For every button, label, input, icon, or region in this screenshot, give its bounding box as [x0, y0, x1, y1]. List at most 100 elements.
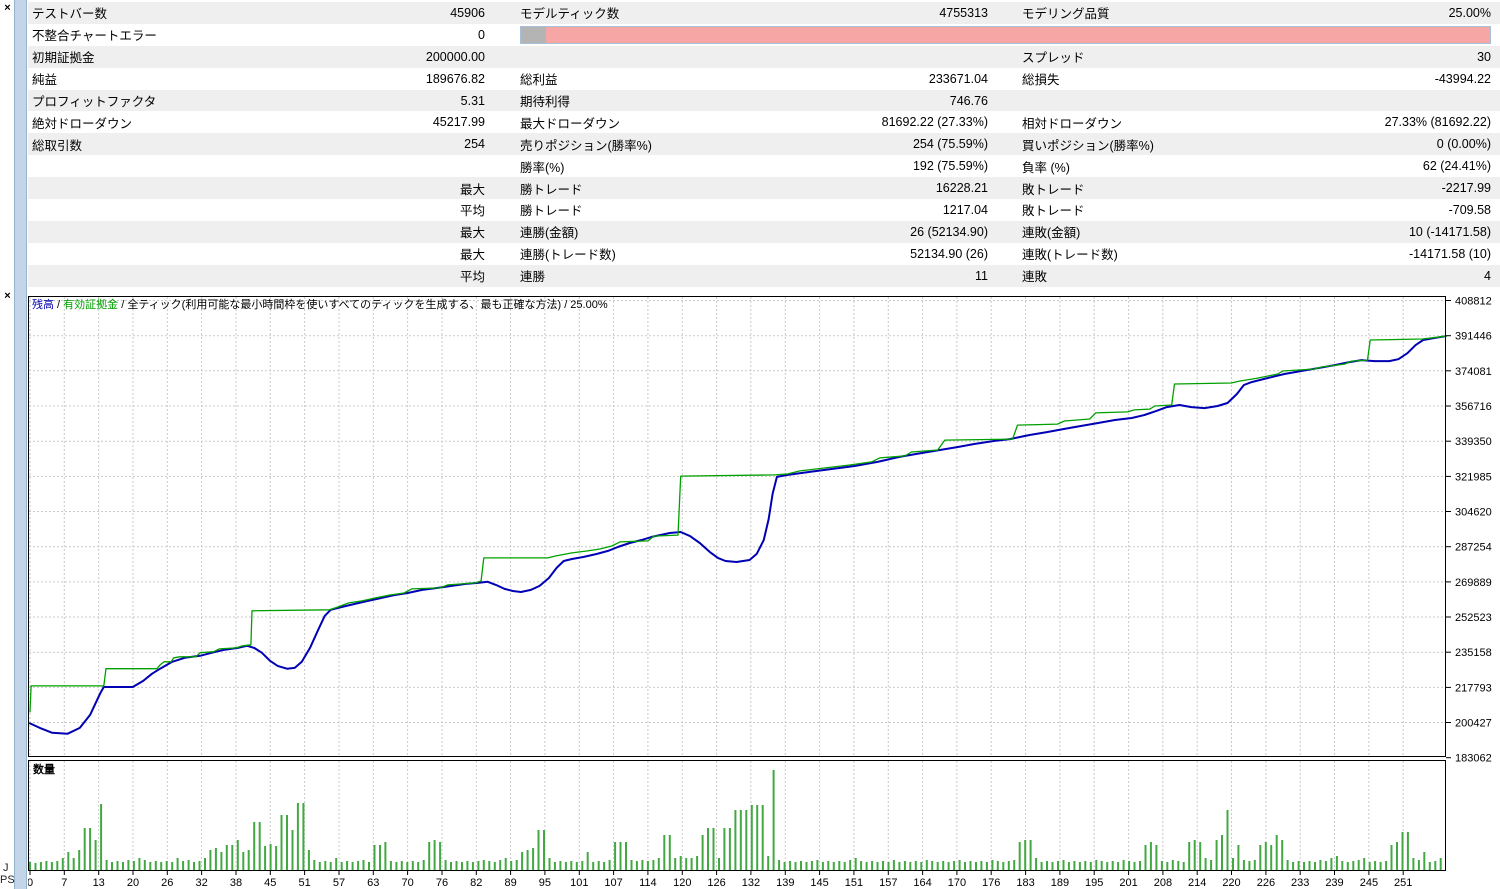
volume-bar [947, 862, 950, 870]
volume-bar [586, 852, 589, 870]
stat-cell: 勝トレード 1217.04 [520, 199, 988, 221]
stat-cell: 初期証拠金 200000.00 [32, 46, 485, 68]
volume-bar [685, 858, 688, 870]
volume-bar [373, 845, 376, 870]
stat-label: 期待利得 [520, 95, 571, 109]
volume-bar [1215, 840, 1218, 870]
volume-bar [72, 858, 75, 870]
stat-value: 45906 [450, 5, 485, 20]
stat-cell: 総利益 233671.04 [520, 68, 988, 90]
volume-bar [1117, 862, 1120, 870]
stat-cell [1022, 90, 1491, 112]
volume-bar [925, 860, 928, 870]
volume-bar [1002, 862, 1005, 870]
y-tick-label: 339350 [1455, 436, 1492, 448]
stat-cell: 勝トレード 16228.21 [520, 177, 988, 199]
volume-bar [761, 805, 764, 870]
volume-bar [291, 830, 294, 870]
x-tick-label: 95 [539, 877, 551, 889]
volume-bar [351, 862, 354, 870]
y-tick-label: 356716 [1455, 401, 1492, 413]
x-tick-label: 170 [948, 877, 966, 889]
volume-bar [1199, 842, 1202, 870]
stat-value: 最大 [459, 182, 485, 197]
volume-bar [860, 861, 863, 870]
volume-bar [696, 856, 699, 870]
x-tick-label: 132 [742, 877, 760, 889]
y-tick-label: 391446 [1455, 331, 1492, 343]
x-tick-label: 220 [1222, 877, 1240, 889]
volume-bar [553, 862, 556, 870]
volume-bar [1308, 861, 1311, 870]
volume-bar [827, 861, 830, 870]
stat-label: 連敗(トレード数) [1022, 248, 1118, 263]
volume-bar [810, 861, 813, 870]
x-tick-label: 189 [1051, 877, 1069, 889]
volume-bar [340, 862, 343, 870]
stat-cell: モデリング品質 25.00% [1022, 2, 1491, 24]
volume-bar [450, 862, 452, 870]
volume-bar [718, 858, 720, 870]
stat-value: 5.31 [460, 93, 485, 108]
stat-value: 26 (52134.90) [910, 224, 988, 239]
stat-value: 200000.00 [425, 49, 485, 64]
volume-bar [1078, 862, 1081, 870]
stat-cell: 純益 189676.82 [32, 68, 485, 90]
volume-bar [160, 862, 163, 870]
volume-bar [1385, 861, 1388, 870]
x-tick-label: 214 [1188, 877, 1206, 889]
stat-cell: 勝率(%) 192 (75.59%) [520, 155, 988, 177]
volume-bar [712, 828, 715, 870]
volume-bar [1319, 860, 1322, 870]
volume-bar [94, 840, 97, 870]
table-row: テストバー数 45906 モデルティック数 4755313 モデリング品質 25.00% [28, 2, 1500, 24]
volume-bar [657, 858, 660, 870]
x-tick-label: 51 [298, 877, 310, 889]
x-tick-label: 89 [504, 877, 516, 889]
volume-bar [171, 862, 174, 870]
y-tick-label: 269889 [1455, 577, 1492, 589]
volume-bar [461, 862, 463, 870]
volume-bar [231, 845, 234, 870]
stat-value: 4755313 [939, 5, 988, 20]
volume-bar [39, 862, 42, 870]
volume-bar [187, 860, 190, 870]
volume-bar [575, 862, 578, 870]
quality-bar-pink-segment [546, 26, 1490, 43]
volume-bar [635, 861, 638, 870]
stat-value: -14171.58 (10) [1408, 246, 1491, 261]
panel-splitter-strip[interactable] [14, 0, 27, 889]
table-row: 純益 189676.82 総利益 233671.04 総損失 -43994.22 [28, 68, 1500, 90]
stat-label: 総利益 [520, 73, 558, 88]
x-tick-label: 245 [1360, 877, 1378, 889]
table-row: 最大 勝トレード 16228.21 敗トレード -2217.99 [28, 177, 1500, 200]
volume-bar [985, 862, 988, 870]
volume-bar [882, 861, 884, 870]
x-tick-label: 20 [127, 877, 139, 889]
close-report-panel-button[interactable]: × [1, 2, 14, 16]
volume-bar [138, 858, 141, 870]
stat-cell: 最大 [32, 243, 485, 265]
table-row: 平均 連勝 11 連敗 4 [28, 264, 1500, 287]
y-tick-label: 217793 [1455, 682, 1492, 694]
stat-value: 最大 [459, 226, 485, 241]
volume-bar [663, 835, 666, 870]
stat-label: 最大ドローダウン [520, 116, 621, 131]
volume-bar [991, 860, 994, 870]
volume-bar [532, 848, 535, 870]
close-graph-panel-button[interactable]: × [1, 290, 14, 304]
volume-bar [455, 861, 458, 870]
volume-bar [1368, 862, 1371, 870]
stat-cell: 連敗(トレード数) -14171.58 (10) [1022, 243, 1491, 265]
volume-bar [1346, 862, 1349, 870]
volume-bar [1417, 860, 1420, 870]
volume-bar [379, 845, 381, 870]
volume-bar [89, 828, 92, 870]
volume-bar [745, 810, 748, 870]
volume-bar [428, 842, 431, 870]
volume-bar [750, 805, 753, 870]
volume-bar [34, 863, 37, 870]
volume-bar [368, 862, 370, 870]
volume-bar [739, 810, 742, 870]
x-tick-label: 139 [776, 877, 794, 889]
